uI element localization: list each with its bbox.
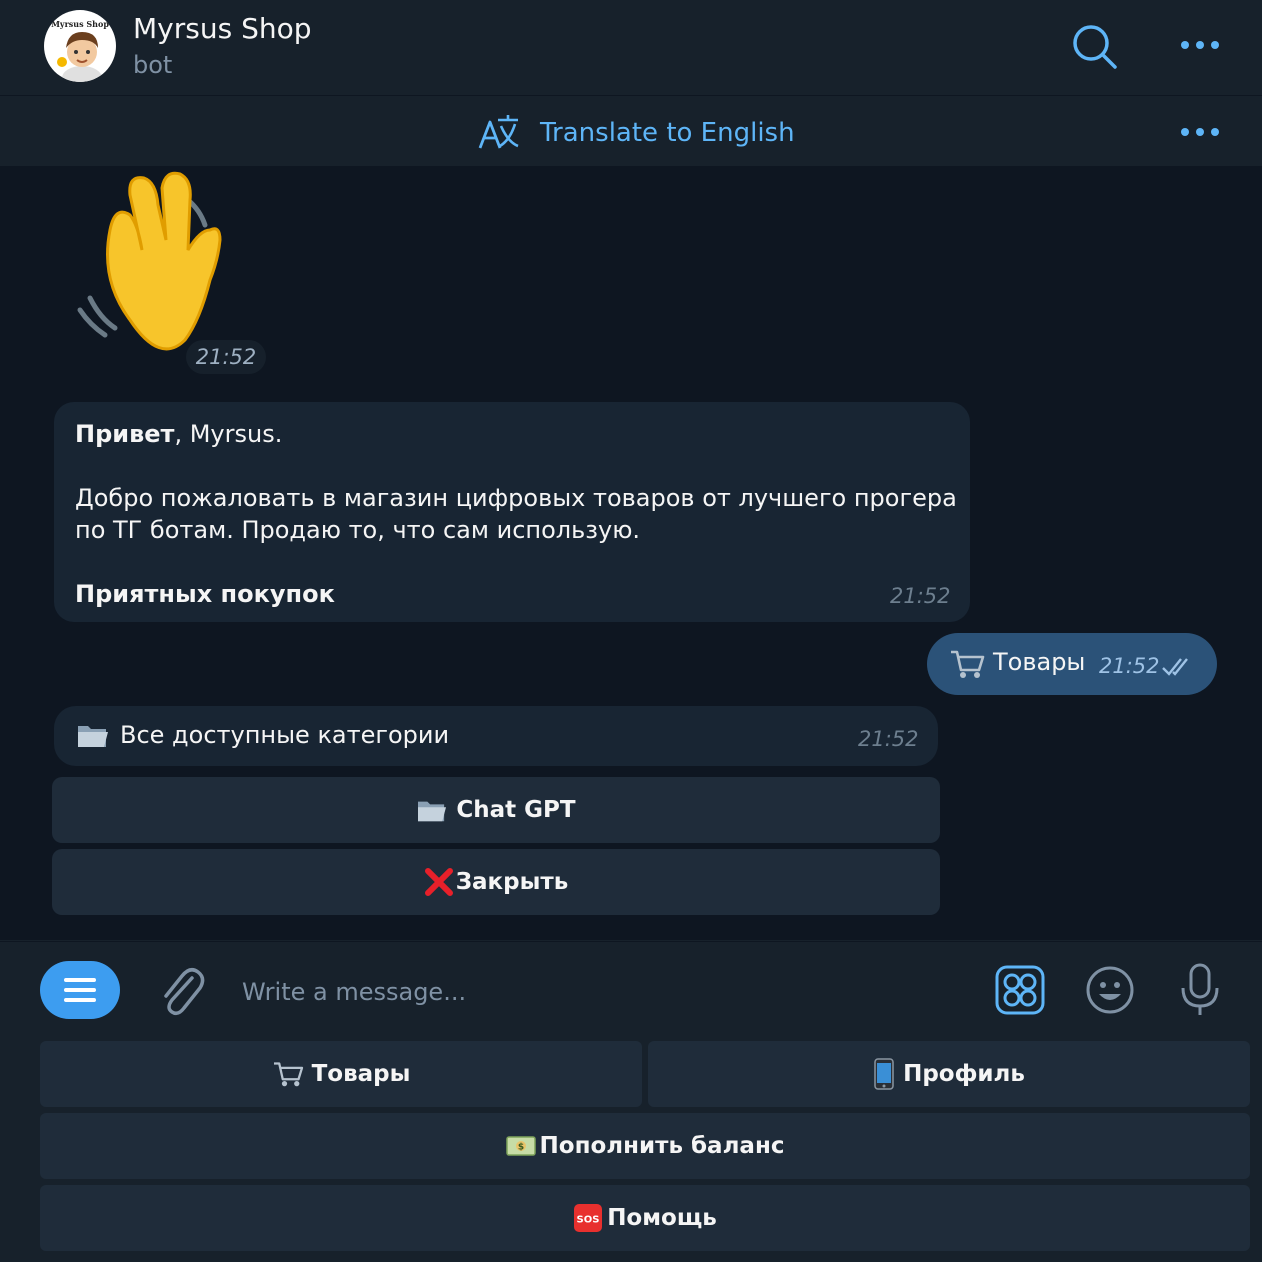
- keyboard-button-profile[interactable]: Профиль: [648, 1041, 1250, 1107]
- inline-button-chat-gpt[interactable]: Chat GPT: [52, 777, 940, 843]
- keyboard-button-label: Товары: [311, 1061, 411, 1087]
- sos-icon: SOS: [574, 1204, 603, 1232]
- categories-text: Все доступные категории: [120, 721, 450, 749]
- keyboard-button-topup[interactable]: $ Пополнить баланс: [40, 1113, 1250, 1179]
- cart-icon: [951, 650, 985, 678]
- emoji-icon[interactable]: [1084, 964, 1136, 1016]
- avatar-character-icon: [57, 32, 102, 82]
- microphone-icon[interactable]: [1176, 962, 1224, 1018]
- greeting-line: Привет, Myrsus.: [75, 420, 282, 448]
- outgoing-text: Товары: [993, 648, 1086, 676]
- outgoing-message[interactable]: Товары 21:52: [927, 633, 1217, 695]
- svg-text:$: $: [517, 1143, 523, 1153]
- categories-message[interactable]: Все доступные категории 21:52: [54, 706, 938, 766]
- sticker-timestamp: 21:52: [186, 340, 266, 374]
- money-icon: $: [505, 1136, 536, 1156]
- translate-icon[interactable]: [476, 112, 520, 152]
- attach-icon[interactable]: [156, 964, 206, 1016]
- message-timestamp: 21:52: [890, 584, 951, 608]
- cart-icon: [273, 1062, 303, 1087]
- translate-button[interactable]: Translate to English: [540, 118, 795, 148]
- welcome-line-2: по ТГ ботам. Продаю то, что сам использу…: [75, 516, 641, 544]
- greeting-rest: , Myrsus.: [174, 420, 283, 448]
- translate-more-icon[interactable]: [1176, 120, 1224, 144]
- folder-icon: [418, 801, 447, 822]
- keyboard-button-goods[interactable]: Товары: [40, 1041, 642, 1107]
- welcome-line-1: Добро пожаловать в магазин цифровых това…: [75, 484, 957, 512]
- folder-icon: [78, 726, 108, 747]
- bot-commands-icon[interactable]: [994, 964, 1046, 1016]
- red-x-icon: [424, 868, 453, 896]
- welcome-line-3: Приятных покупок: [75, 580, 335, 608]
- more-options-icon[interactable]: [1176, 33, 1224, 57]
- search-icon[interactable]: [1070, 22, 1120, 72]
- keyboard-button-label: Пополнить баланс: [539, 1133, 785, 1159]
- chat-title[interactable]: Myrsus Shop: [133, 12, 312, 45]
- message-input[interactable]: [240, 970, 944, 1014]
- chat-subtitle: bot: [133, 51, 173, 79]
- inline-button-label: Закрыть: [455, 869, 569, 895]
- keyboard-button-label: Помощь: [607, 1205, 717, 1231]
- menu-icon: [64, 978, 96, 1002]
- inline-button-label: Chat GPT: [456, 797, 576, 823]
- bot-menu-button[interactable]: [40, 961, 120, 1019]
- avatar[interactable]: Myrsus Shop: [44, 10, 116, 82]
- double-check-icon: [1162, 658, 1188, 676]
- svg-text:SOS: SOS: [577, 1215, 600, 1226]
- keyboard-button-help[interactable]: SOS Помощь: [40, 1185, 1250, 1251]
- phone-icon: [874, 1058, 894, 1090]
- inline-button-close[interactable]: Закрыть: [52, 849, 940, 915]
- greeting-bold: Привет: [75, 420, 175, 448]
- categories-timestamp: 21:52: [858, 727, 919, 751]
- outgoing-timestamp: 21:52: [1099, 654, 1160, 678]
- welcome-message[interactable]: Привет, Myrsus. Добро пожаловать в магаз…: [54, 402, 970, 622]
- keyboard-button-label: Профиль: [903, 1061, 1025, 1087]
